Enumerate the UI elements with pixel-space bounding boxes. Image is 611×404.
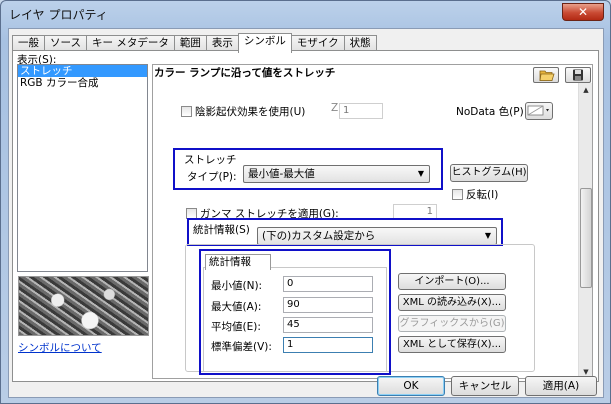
close-button[interactable]: ✕ [562, 3, 604, 21]
ok-button[interactable]: OK [377, 376, 445, 396]
tab-strip: 一般 ソース キー メタデータ 範囲 表示 シンボル モザイク 状態 [12, 33, 377, 53]
dialog-client-area: 一般 ソース キー メタデータ 範囲 表示 シンボル モザイク 状態 表示(S)… [8, 28, 604, 398]
from-graphics-button[interactable]: グラフィックスから(G) [398, 315, 506, 332]
scrollbar-thumb[interactable] [580, 188, 592, 288]
statistics-fields-highlight-frame [199, 249, 391, 375]
nodata-color-label: NoData 色(P): [456, 106, 528, 118]
save-style-button[interactable] [565, 67, 591, 83]
hillshade-checkbox-box[interactable] [181, 106, 192, 117]
about-symbology-link[interactable]: シンボルについて [18, 340, 102, 355]
histogram-button[interactable]: ヒストグラム(H) [450, 164, 528, 182]
xml-load-button[interactable]: XML の読み込み(X)... [398, 294, 506, 311]
stretch-settings-pane: カラー ランプに沿って値をストレッチ 陰影起伏効果を使用(U) Z: 1 NoD… [152, 64, 593, 379]
stretch-highlight-frame [173, 148, 443, 190]
layer-properties-window: レイヤ プロパティ ✕ 一般 ソース キー メタデータ 範囲 表示 シンボル モ… [0, 0, 611, 404]
renderer-list[interactable]: ストレッチ RGB カラー合成 [17, 64, 148, 272]
invert-checkbox[interactable]: 反転(I) [452, 187, 498, 202]
title-bar[interactable]: レイヤ プロパティ ✕ [1, 1, 610, 27]
cancel-button[interactable]: キャンセル [451, 376, 519, 396]
window-title: レイヤ プロパティ [9, 8, 108, 22]
vertical-scrollbar[interactable]: ▲ ▼ [578, 83, 592, 378]
hillshade-checkbox[interactable]: 陰影起伏効果を使用(U) [181, 104, 305, 119]
list-item-stretch[interactable]: ストレッチ [18, 65, 147, 77]
list-item-rgb-composite[interactable]: RGB カラー合成 [18, 77, 147, 89]
section-heading: カラー ランプに沿って値をストレッチ [154, 67, 336, 79]
renderer-preview-image [18, 276, 149, 336]
invert-label: 反転(I) [466, 189, 499, 201]
color-swatch-icon [527, 105, 549, 116]
nodata-color-picker[interactable] [525, 102, 553, 120]
z-factor-field[interactable]: 1 [339, 103, 383, 119]
hillshade-label: 陰影起伏効果を使用(U) [195, 106, 306, 118]
apply-button[interactable]: 適用(A) [525, 376, 597, 396]
xml-save-button[interactable]: XML として保存(X)... [398, 336, 506, 353]
import-button[interactable]: インポート(O)... [398, 273, 506, 290]
statistics-highlight-frame [187, 218, 503, 246]
symbology-tab-page: 表示(S): ストレッチ RGB カラー合成 シンボルについて カラー ランプに… [12, 50, 599, 382]
tab-symbology[interactable]: シンボル [237, 33, 292, 53]
save-disk-icon [573, 69, 583, 81]
scroll-up-icon[interactable]: ▲ [579, 83, 592, 97]
invert-checkbox-box[interactable] [452, 189, 463, 200]
open-folder-button[interactable] [533, 67, 559, 83]
folder-icon [539, 70, 555, 81]
